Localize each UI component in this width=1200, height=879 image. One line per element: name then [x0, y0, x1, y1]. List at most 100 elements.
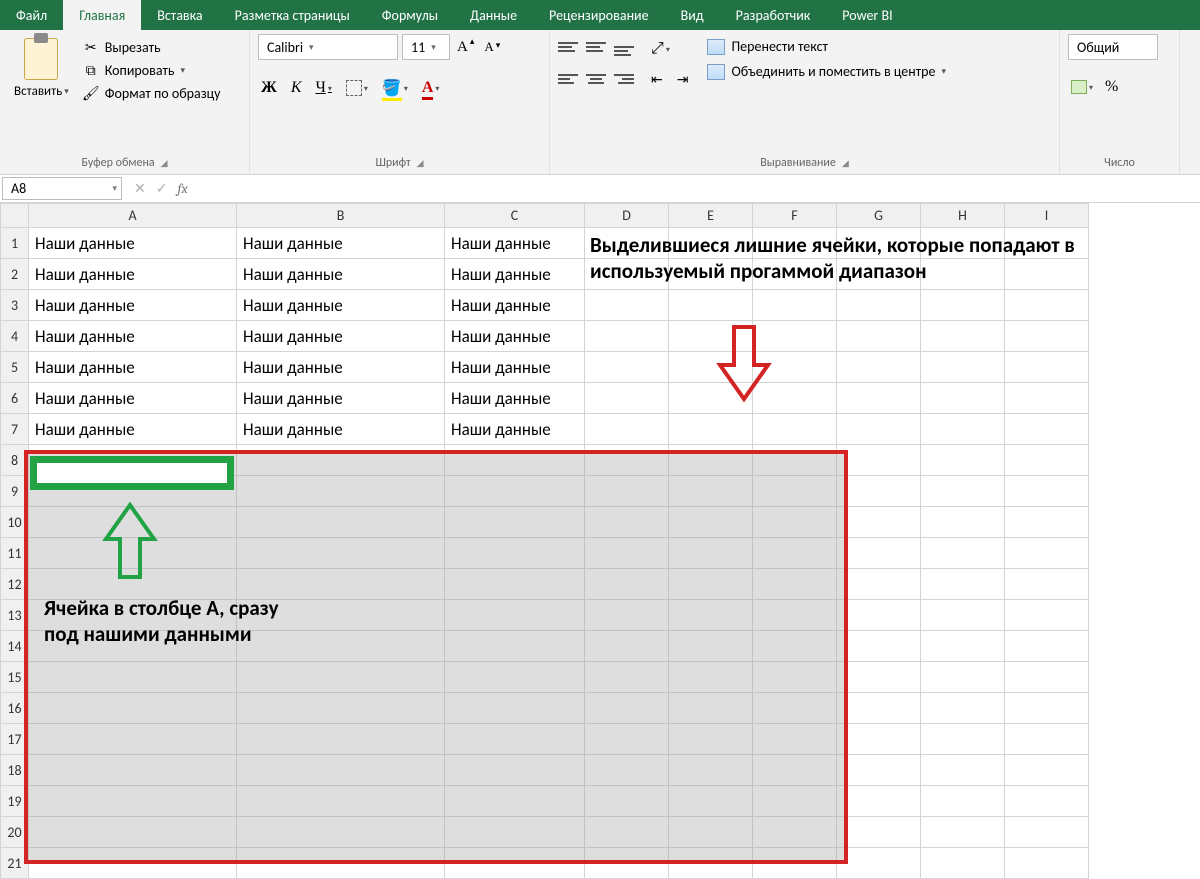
cell[interactable] — [921, 507, 1005, 538]
tab-review[interactable]: Рецензирование — [533, 0, 665, 30]
cell[interactable] — [669, 507, 753, 538]
merge-center-button[interactable]: Объединить и поместить в центре ▾ — [707, 63, 946, 80]
cell[interactable] — [1005, 445, 1089, 476]
cell[interactable] — [1005, 507, 1089, 538]
cell[interactable] — [585, 507, 669, 538]
cell[interactable] — [445, 600, 585, 631]
col-header-A[interactable]: A — [29, 204, 237, 228]
cell[interactable] — [585, 445, 669, 476]
cell[interactable] — [445, 476, 585, 507]
row-header[interactable]: 10 — [1, 507, 29, 538]
cell[interactable] — [1005, 383, 1089, 414]
cell[interactable] — [669, 259, 753, 290]
cell[interactable] — [837, 848, 921, 879]
cell[interactable] — [753, 352, 837, 383]
cell[interactable] — [1005, 414, 1089, 445]
cell[interactable] — [753, 693, 837, 724]
cell[interactable] — [237, 631, 445, 662]
bold-button[interactable]: Ж — [258, 77, 280, 99]
cell[interactable] — [753, 414, 837, 445]
underline-button[interactable]: Ч▾ — [312, 77, 334, 99]
row-header[interactable]: 8 — [1, 445, 29, 476]
dialog-launcher-icon[interactable]: ◢ — [842, 158, 849, 169]
cell[interactable] — [837, 476, 921, 507]
wrap-text-button[interactable]: Перенести текст — [707, 38, 946, 55]
tab-page-layout[interactable]: Разметка страницы — [219, 0, 366, 30]
cell[interactable]: Наши данные — [237, 414, 445, 445]
cell[interactable] — [921, 321, 1005, 352]
col-header-G[interactable]: G — [837, 204, 921, 228]
font-size-combo[interactable]: 11▾ — [402, 34, 450, 60]
cell[interactable] — [921, 383, 1005, 414]
fill-color-button[interactable]: 🪣▾ — [379, 76, 411, 100]
cell[interactable] — [237, 476, 445, 507]
cell[interactable] — [837, 352, 921, 383]
cell[interactable] — [29, 538, 237, 569]
cell[interactable] — [921, 786, 1005, 817]
tab-powerbi[interactable]: Power BI — [826, 0, 908, 30]
cell[interactable] — [29, 631, 237, 662]
row-header[interactable]: 5 — [1, 352, 29, 383]
orientation-button[interactable]: ⤢▾ — [648, 38, 673, 60]
cell[interactable] — [753, 569, 837, 600]
cell[interactable] — [921, 414, 1005, 445]
cell[interactable] — [1005, 228, 1089, 259]
align-top-button[interactable] — [558, 38, 578, 56]
cell[interactable] — [753, 817, 837, 848]
cell[interactable] — [1005, 848, 1089, 879]
cell[interactable] — [753, 321, 837, 352]
format-painter-button[interactable]: 🖌 Формат по образцу — [81, 84, 223, 103]
row-header[interactable]: 2 — [1, 259, 29, 290]
cell[interactable] — [445, 631, 585, 662]
cancel-icon[interactable]: ✕ — [134, 180, 146, 197]
align-left-button[interactable] — [558, 70, 578, 88]
cell[interactable] — [921, 817, 1005, 848]
cell[interactable] — [29, 693, 237, 724]
cell[interactable] — [1005, 600, 1089, 631]
cell[interactable] — [1005, 755, 1089, 786]
cell[interactable] — [753, 600, 837, 631]
cell[interactable] — [753, 724, 837, 755]
cell[interactable] — [585, 259, 669, 290]
tab-data[interactable]: Данные — [454, 0, 533, 30]
align-bottom-button[interactable] — [614, 38, 634, 56]
row-header[interactable]: 19 — [1, 786, 29, 817]
cell[interactable]: Наши данные — [237, 228, 445, 259]
align-middle-button[interactable] — [586, 38, 606, 56]
cell[interactable] — [237, 600, 445, 631]
cell[interactable] — [669, 445, 753, 476]
cell[interactable] — [29, 569, 237, 600]
cell[interactable] — [753, 786, 837, 817]
cell[interactable] — [921, 290, 1005, 321]
cell[interactable] — [837, 569, 921, 600]
tab-developer[interactable]: Разработчик — [720, 0, 827, 30]
cell[interactable] — [1005, 321, 1089, 352]
row-header[interactable]: 13 — [1, 600, 29, 631]
fx-icon[interactable]: fx — [177, 180, 187, 197]
cell[interactable]: Наши данные — [237, 259, 445, 290]
col-header-D[interactable]: D — [585, 204, 669, 228]
cell[interactable] — [1005, 817, 1089, 848]
cell[interactable] — [753, 662, 837, 693]
cell[interactable] — [29, 445, 237, 476]
row-header[interactable]: 7 — [1, 414, 29, 445]
row-header[interactable]: 20 — [1, 817, 29, 848]
cell[interactable] — [1005, 290, 1089, 321]
cell[interactable] — [237, 786, 445, 817]
cell[interactable]: Наши данные — [29, 383, 237, 414]
decrease-indent-button[interactable]: ⇤ — [648, 70, 666, 91]
cell[interactable] — [1005, 662, 1089, 693]
cell[interactable] — [669, 693, 753, 724]
cell[interactable] — [669, 848, 753, 879]
cell[interactable] — [669, 600, 753, 631]
cell[interactable] — [921, 445, 1005, 476]
cell[interactable]: Наши данные — [237, 321, 445, 352]
cell[interactable] — [753, 848, 837, 879]
font-name-combo[interactable]: Calibri▾ — [258, 34, 398, 60]
cell[interactable] — [837, 631, 921, 662]
col-header-F[interactable]: F — [753, 204, 837, 228]
cell[interactable] — [837, 321, 921, 352]
cell[interactable] — [753, 383, 837, 414]
cell[interactable] — [921, 569, 1005, 600]
cell[interactable] — [445, 724, 585, 755]
